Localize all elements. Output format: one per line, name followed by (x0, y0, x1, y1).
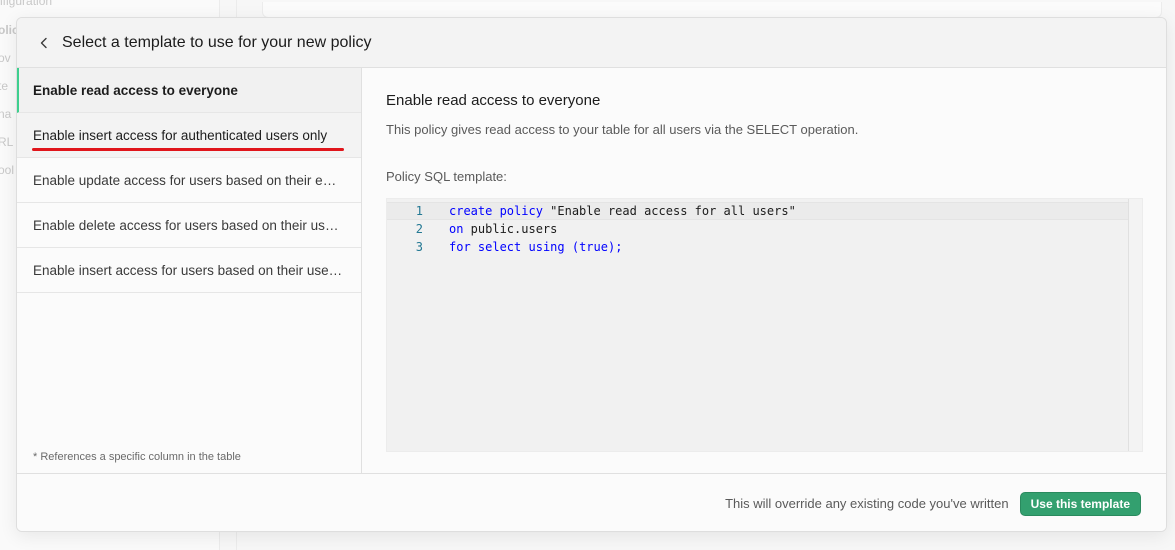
bg-sidebar-fragment: te (0, 79, 9, 93)
code-token: policy (492, 204, 551, 218)
bg-sidebar-fragment: ool (0, 163, 15, 177)
background-card (262, 2, 1162, 18)
modal-footer: This will override any existing code you… (17, 473, 1166, 531)
back-button[interactable] (36, 35, 52, 51)
annotation-underline (32, 148, 344, 151)
line-code: for select using (true); (423, 240, 622, 254)
template-item-delete-user-id[interactable]: Enable delete access for users based on … (17, 203, 361, 248)
template-item-insert-user-id[interactable]: Enable insert access for users based on … (17, 248, 361, 293)
chevron-left-icon (40, 37, 47, 48)
template-item-label: Enable read access to everyone (33, 82, 238, 98)
line-number: 2 (415, 222, 423, 236)
template-modal: Select a template to use for your new po… (16, 17, 1167, 532)
detail-title: Enable read access to everyone (386, 92, 601, 109)
line-code: create policy "Enable read access for al… (423, 204, 796, 218)
modal-title: Select a template to use for your new po… (62, 33, 372, 51)
line-number: 3 (415, 240, 423, 254)
footnote: * References a specific column in the ta… (33, 451, 241, 463)
template-detail: Enable read access to everyone This poli… (362, 68, 1166, 473)
code-token: on (449, 222, 464, 236)
code-token: using (521, 240, 565, 254)
code-token: (true); (564, 240, 623, 254)
line-code: on public.users (423, 222, 557, 236)
template-item-label: Enable update access for users based on … (33, 172, 345, 188)
code-line: 1 create policy "Enable read access for a… (387, 202, 1142, 220)
bg-sidebar-fragment: ov (0, 51, 11, 65)
line-number: 1 (415, 204, 423, 218)
editor-scrollbar[interactable] (1128, 199, 1142, 451)
template-item-label: Enable insert access for users based on … (33, 262, 345, 278)
override-warning: This will override any existing code you… (725, 496, 1009, 511)
code-token: select (470, 240, 522, 254)
template-item-read-everyone[interactable]: Enable read access to everyone (17, 68, 361, 113)
template-list: Enable read access to everyone Enable in… (17, 68, 362, 473)
template-item-label: Enable insert access for authenticated u… (33, 127, 328, 143)
template-item-update-email[interactable]: Enable update access for users based on … (17, 158, 361, 203)
code-line: 2 on public.users (387, 220, 1142, 238)
code-token: "Enable read access for all users" (550, 204, 796, 218)
detail-description: This policy gives read access to your ta… (386, 122, 859, 137)
bg-sidebar-fragment: na (0, 107, 12, 121)
template-item-insert-authenticated[interactable]: Enable insert access for authenticated u… (17, 113, 361, 158)
template-item-label: Enable delete access for users based on … (33, 217, 345, 233)
code-lines: 1 create policy "Enable read access for a… (387, 199, 1142, 256)
use-template-button[interactable]: Use this template (1019, 491, 1141, 516)
modal-header: Select a template to use for your new po… (17, 18, 1166, 68)
bg-sidebar-fragment: RL (0, 135, 14, 149)
sql-code-editor[interactable]: 1 create policy "Enable read access for a… (386, 198, 1143, 452)
code-line: 3 for select using (true); (387, 238, 1142, 256)
sql-template-label: Policy SQL template: (386, 169, 507, 184)
code-token: for (449, 240, 471, 254)
code-token: public.users (463, 222, 558, 236)
bg-sidebar-fragment: nfiguration (0, 0, 53, 8)
code-token: create (449, 204, 493, 218)
